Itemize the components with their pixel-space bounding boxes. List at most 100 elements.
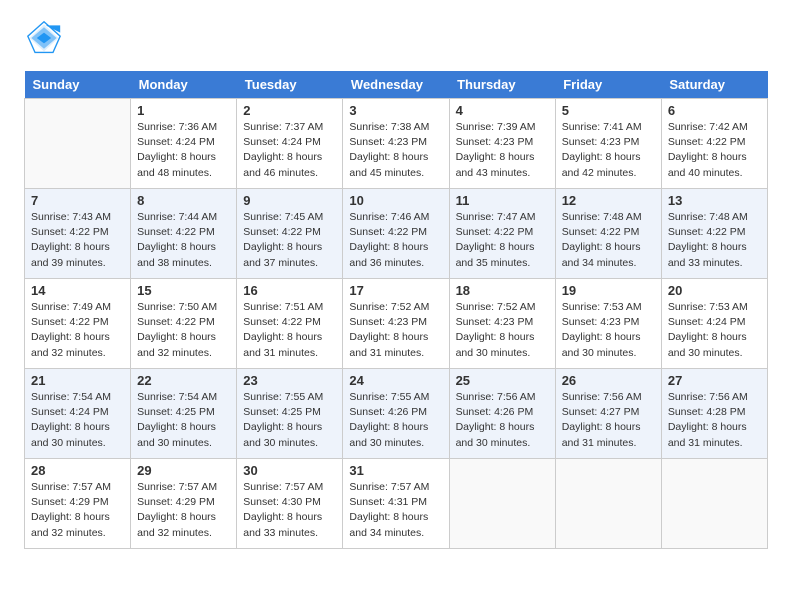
day-number: 18 [456, 283, 549, 298]
day-detail: Sunrise: 7:57 AM Sunset: 4:29 PM Dayligh… [137, 480, 230, 541]
day-number: 16 [243, 283, 336, 298]
day-detail: Sunrise: 7:55 AM Sunset: 4:26 PM Dayligh… [349, 390, 442, 451]
day-detail: Sunrise: 7:46 AM Sunset: 4:22 PM Dayligh… [349, 210, 442, 271]
calendar-cell: 23 Sunrise: 7:55 AM Sunset: 4:25 PM Dayli… [237, 369, 343, 459]
day-number: 7 [31, 193, 124, 208]
day-detail: Sunrise: 7:42 AM Sunset: 4:22 PM Dayligh… [668, 120, 761, 181]
calendar-cell: 17 Sunrise: 7:52 AM Sunset: 4:23 PM Dayli… [343, 279, 449, 369]
day-detail: Sunrise: 7:56 AM Sunset: 4:28 PM Dayligh… [668, 390, 761, 451]
day-detail: Sunrise: 7:37 AM Sunset: 4:24 PM Dayligh… [243, 120, 336, 181]
day-detail: Sunrise: 7:56 AM Sunset: 4:27 PM Dayligh… [562, 390, 655, 451]
calendar-cell: 19Sunrise: 7:53 AM Sunset: 4:23 PM Dayli… [555, 279, 661, 369]
calendar-cell [25, 99, 131, 189]
weekday-header-tuesday: Tuesday [237, 71, 343, 99]
day-number: 31 [349, 463, 442, 478]
calendar-cell: 9 Sunrise: 7:45 AM Sunset: 4:22 PM Daylig… [237, 189, 343, 279]
weekday-header-saturday: Saturday [661, 71, 767, 99]
day-number: 2 [243, 103, 336, 118]
day-detail: Sunrise: 7:57 AM Sunset: 4:29 PM Dayligh… [31, 480, 124, 541]
day-detail: Sunrise: 7:57 AM Sunset: 4:30 PM Dayligh… [243, 480, 336, 541]
calendar-cell: 5Sunrise: 7:41 AM Sunset: 4:23 PM Daylig… [555, 99, 661, 189]
weekday-header-wednesday: Wednesday [343, 71, 449, 99]
header [24, 20, 768, 61]
day-number: 27 [668, 373, 761, 388]
day-detail: Sunrise: 7:53 AM Sunset: 4:24 PM Dayligh… [668, 300, 761, 361]
day-detail: Sunrise: 7:39 AM Sunset: 4:23 PM Dayligh… [456, 120, 549, 181]
calendar-cell [555, 459, 661, 549]
day-number: 11 [456, 193, 549, 208]
day-number: 24 [349, 373, 442, 388]
day-detail: Sunrise: 7:47 AM Sunset: 4:22 PM Dayligh… [456, 210, 549, 271]
calendar-cell: 15 Sunrise: 7:50 AM Sunset: 4:22 PM Dayli… [131, 279, 237, 369]
calendar-cell: 26 Sunrise: 7:56 AM Sunset: 4:27 PM Dayli… [555, 369, 661, 459]
day-detail: Sunrise: 7:43 AM Sunset: 4:22 PM Dayligh… [31, 210, 124, 271]
day-number: 22 [137, 373, 230, 388]
day-detail: Sunrise: 7:55 AM Sunset: 4:25 PM Dayligh… [243, 390, 336, 451]
day-number: 26 [562, 373, 655, 388]
calendar-cell: 4 Sunrise: 7:39 AM Sunset: 4:23 PM Daylig… [449, 99, 555, 189]
day-number: 9 [243, 193, 336, 208]
day-detail: Sunrise: 7:45 AM Sunset: 4:22 PM Dayligh… [243, 210, 336, 271]
calendar-cell: 28 Sunrise: 7:57 AM Sunset: 4:29 PM Dayli… [25, 459, 131, 549]
day-number: 23 [243, 373, 336, 388]
calendar-week-row: 14Sunrise: 7:49 AM Sunset: 4:22 PM Dayli… [25, 279, 768, 369]
calendar-cell: 10 Sunrise: 7:46 AM Sunset: 4:22 PM Dayli… [343, 189, 449, 279]
day-number: 19 [562, 283, 655, 298]
day-detail: Sunrise: 7:52 AM Sunset: 4:23 PM Dayligh… [349, 300, 442, 361]
calendar-cell: 16 Sunrise: 7:51 AM Sunset: 4:22 PM Dayli… [237, 279, 343, 369]
calendar-cell: 6 Sunrise: 7:42 AM Sunset: 4:22 PM Daylig… [661, 99, 767, 189]
day-detail: Sunrise: 7:44 AM Sunset: 4:22 PM Dayligh… [137, 210, 230, 271]
weekday-header-sunday: Sunday [25, 71, 131, 99]
day-number: 10 [349, 193, 442, 208]
day-detail: Sunrise: 7:38 AM Sunset: 4:23 PM Dayligh… [349, 120, 442, 181]
calendar-cell: 12 Sunrise: 7:48 AM Sunset: 4:22 PM Dayli… [555, 189, 661, 279]
calendar-cell: 13Sunrise: 7:48 AM Sunset: 4:22 PM Dayli… [661, 189, 767, 279]
weekday-header-friday: Friday [555, 71, 661, 99]
calendar-week-row: 28 Sunrise: 7:57 AM Sunset: 4:29 PM Dayli… [25, 459, 768, 549]
day-number: 4 [456, 103, 549, 118]
day-number: 17 [349, 283, 442, 298]
calendar-cell: 31Sunrise: 7:57 AM Sunset: 4:31 PM Dayli… [343, 459, 449, 549]
calendar-cell: 3Sunrise: 7:38 AM Sunset: 4:23 PM Daylig… [343, 99, 449, 189]
day-number: 21 [31, 373, 124, 388]
calendar: SundayMondayTuesdayWednesdayThursdayFrid… [24, 71, 768, 549]
calendar-cell [661, 459, 767, 549]
weekday-header-thursday: Thursday [449, 71, 555, 99]
calendar-cell: 14Sunrise: 7:49 AM Sunset: 4:22 PM Dayli… [25, 279, 131, 369]
logo [24, 20, 62, 61]
day-number: 1 [137, 103, 230, 118]
calendar-cell: 30 Sunrise: 7:57 AM Sunset: 4:30 PM Dayli… [237, 459, 343, 549]
calendar-cell: 27 Sunrise: 7:56 AM Sunset: 4:28 PM Dayli… [661, 369, 767, 459]
day-detail: Sunrise: 7:50 AM Sunset: 4:22 PM Dayligh… [137, 300, 230, 361]
calendar-week-row: 21 Sunrise: 7:54 AM Sunset: 4:24 PM Dayli… [25, 369, 768, 459]
day-number: 12 [562, 193, 655, 208]
day-detail: Sunrise: 7:51 AM Sunset: 4:22 PM Dayligh… [243, 300, 336, 361]
calendar-cell: 2 Sunrise: 7:37 AM Sunset: 4:24 PM Daylig… [237, 99, 343, 189]
day-detail: Sunrise: 7:48 AM Sunset: 4:22 PM Dayligh… [562, 210, 655, 271]
calendar-week-row: 7 Sunrise: 7:43 AM Sunset: 4:22 PM Daylig… [25, 189, 768, 279]
calendar-cell: 18 Sunrise: 7:52 AM Sunset: 4:23 PM Dayli… [449, 279, 555, 369]
calendar-cell: 25 Sunrise: 7:56 AM Sunset: 4:26 PM Dayli… [449, 369, 555, 459]
day-number: 8 [137, 193, 230, 208]
day-detail: Sunrise: 7:54 AM Sunset: 4:24 PM Dayligh… [31, 390, 124, 451]
logo-icon [26, 20, 62, 56]
day-number: 14 [31, 283, 124, 298]
day-number: 30 [243, 463, 336, 478]
day-detail: Sunrise: 7:52 AM Sunset: 4:23 PM Dayligh… [456, 300, 549, 361]
weekday-header-monday: Monday [131, 71, 237, 99]
day-detail: Sunrise: 7:54 AM Sunset: 4:25 PM Dayligh… [137, 390, 230, 451]
day-number: 6 [668, 103, 761, 118]
day-detail: Sunrise: 7:36 AM Sunset: 4:24 PM Dayligh… [137, 120, 230, 181]
day-number: 28 [31, 463, 124, 478]
calendar-cell: 22 Sunrise: 7:54 AM Sunset: 4:25 PM Dayli… [131, 369, 237, 459]
calendar-week-row: 1 Sunrise: 7:36 AM Sunset: 4:24 PM Daylig… [25, 99, 768, 189]
calendar-cell: 20 Sunrise: 7:53 AM Sunset: 4:24 PM Dayli… [661, 279, 767, 369]
calendar-cell: 24 Sunrise: 7:55 AM Sunset: 4:26 PM Dayli… [343, 369, 449, 459]
calendar-cell: 21 Sunrise: 7:54 AM Sunset: 4:24 PM Dayli… [25, 369, 131, 459]
day-number: 15 [137, 283, 230, 298]
day-number: 20 [668, 283, 761, 298]
day-detail: Sunrise: 7:56 AM Sunset: 4:26 PM Dayligh… [456, 390, 549, 451]
calendar-cell: 11 Sunrise: 7:47 AM Sunset: 4:22 PM Dayli… [449, 189, 555, 279]
day-number: 25 [456, 373, 549, 388]
calendar-cell: 8 Sunrise: 7:44 AM Sunset: 4:22 PM Daylig… [131, 189, 237, 279]
